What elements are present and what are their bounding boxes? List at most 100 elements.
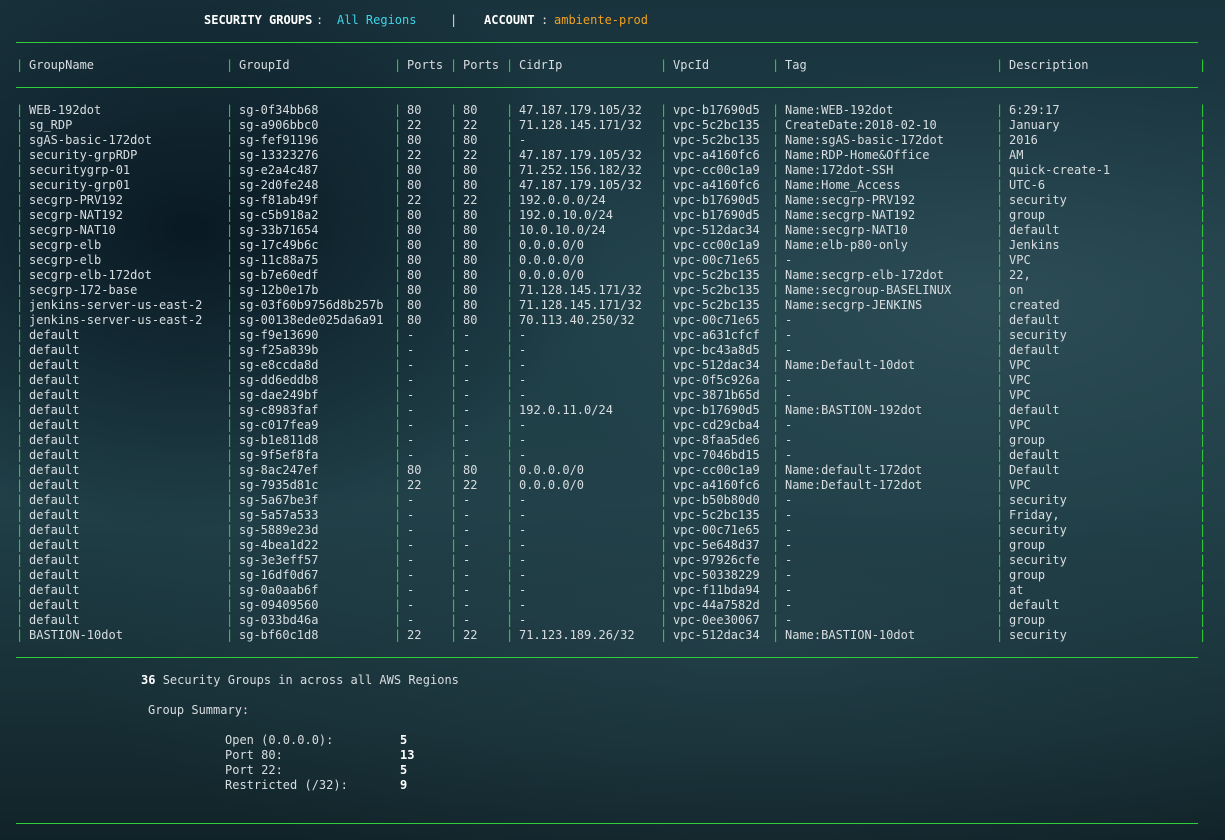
cell-cidrip: - bbox=[519, 583, 527, 597]
column-separator: | bbox=[660, 538, 668, 552]
column-separator: | bbox=[772, 238, 780, 252]
column-separator: | bbox=[996, 373, 1004, 387]
column-separator: | bbox=[506, 553, 514, 567]
column-separator: | bbox=[506, 268, 514, 282]
column-separator: | bbox=[506, 448, 514, 462]
cell-tag: - bbox=[785, 343, 793, 357]
cell-description: default bbox=[1009, 598, 1060, 612]
cell-port-from: 80 bbox=[407, 313, 422, 327]
column-separator: | bbox=[506, 328, 514, 342]
cell-description: security bbox=[1009, 493, 1067, 507]
column-separator: | bbox=[394, 118, 402, 132]
column-separator: | bbox=[226, 343, 234, 357]
column-separator: | bbox=[506, 223, 514, 237]
column-separator: | bbox=[1199, 433, 1207, 447]
column-separator: | bbox=[1199, 583, 1207, 597]
column-separator: | bbox=[394, 388, 402, 402]
cell-tag: Name:secgrp-PRV192 bbox=[785, 193, 916, 207]
column-separator: | bbox=[16, 448, 24, 462]
column-separator: | bbox=[1199, 133, 1207, 147]
column-separator: | bbox=[1199, 448, 1207, 462]
column-separator: | bbox=[394, 208, 402, 222]
cell-vpcid: vpc-a4160fc6 bbox=[673, 148, 760, 162]
column-separator: | bbox=[1199, 553, 1207, 567]
column-separator: | bbox=[660, 433, 668, 447]
cell-tag: - bbox=[785, 523, 793, 537]
column-separator: | bbox=[450, 358, 458, 372]
column-separator: | bbox=[394, 433, 402, 447]
column-separator: | bbox=[660, 103, 668, 117]
column-separator: | bbox=[1199, 358, 1207, 372]
cell-port-to: - bbox=[463, 403, 471, 417]
summary-open-value: 5 bbox=[400, 733, 408, 747]
column-separator: | bbox=[450, 103, 458, 117]
cell-cidrip: - bbox=[519, 613, 527, 627]
column-separator: | bbox=[996, 568, 1004, 582]
cell-port-from: 22 bbox=[407, 628, 422, 642]
table-row: | | | | | | | | | default sg-9f5ef8fa - - - vpc-7046bd… bbox=[0, 448, 1225, 463]
cell-groupid: sg-13323276 bbox=[239, 148, 319, 162]
column-separator: | bbox=[772, 328, 780, 342]
column-separator: | bbox=[660, 553, 668, 567]
column-separator: | bbox=[996, 283, 1004, 297]
cell-groupid: sg-dd6eddb8 bbox=[239, 373, 319, 387]
column-separator: | bbox=[394, 613, 402, 627]
column-separator: | bbox=[660, 568, 668, 582]
column-separator: | bbox=[450, 493, 458, 507]
cell-vpcid: vpc-512dac34 bbox=[673, 628, 760, 642]
cell-tag: - bbox=[785, 313, 793, 327]
table-row: | | | | | | | | | secgrp-elb sg-17c49b6c 80 80 0.0.0.… bbox=[0, 238, 1225, 253]
region-value: All Regions bbox=[337, 13, 417, 27]
cell-port-to: 80 bbox=[463, 208, 478, 222]
cell-groupid: sg-3e3eff57 bbox=[239, 553, 319, 567]
column-separator: | bbox=[450, 628, 458, 642]
column-separator: | bbox=[450, 598, 458, 612]
cell-groupname: BASTION-10dot bbox=[29, 628, 123, 642]
column-separator: | bbox=[226, 208, 234, 222]
cell-groupname: secgrp-elb bbox=[29, 238, 102, 252]
header-divider: | bbox=[450, 13, 458, 27]
column-separator: | bbox=[506, 463, 514, 477]
column-separator: | bbox=[506, 523, 514, 537]
cell-tag: - bbox=[785, 418, 793, 432]
cell-vpcid: vpc-cd29cba4 bbox=[673, 418, 760, 432]
column-separator: | bbox=[996, 238, 1004, 252]
column-separator: | bbox=[394, 373, 402, 387]
header-rule bbox=[16, 87, 1198, 88]
cell-groupname: secgrp-elb-172dot bbox=[29, 268, 152, 282]
column-separator: | bbox=[450, 403, 458, 417]
cell-groupname: sgAS-basic-172dot bbox=[29, 133, 152, 147]
table-row: | | | | | | | | | default sg-dd6eddb8 - - - vpc-0f5c92… bbox=[0, 373, 1225, 388]
cell-port-from: - bbox=[407, 598, 415, 612]
column-separator: | bbox=[450, 58, 458, 72]
summary-open-label: Open (0.0.0.0): bbox=[225, 733, 334, 747]
cell-groupid: sg-c8983faf bbox=[239, 403, 319, 417]
cell-port-from: - bbox=[407, 553, 415, 567]
cell-port-from: 80 bbox=[407, 133, 422, 147]
cell-cidrip: 0.0.0.0/0 bbox=[519, 253, 585, 267]
cell-groupname: default bbox=[29, 493, 80, 507]
column-separator: | bbox=[450, 223, 458, 237]
column-separator: | bbox=[772, 58, 780, 72]
cell-tag: - bbox=[785, 433, 793, 447]
column-separator: | bbox=[772, 268, 780, 282]
column-separator: | bbox=[394, 598, 402, 612]
column-separator: | bbox=[506, 238, 514, 252]
cell-description: January bbox=[1009, 118, 1060, 132]
column-separator: | bbox=[772, 283, 780, 297]
cell-tag: Name:secgrp-elb-172dot bbox=[785, 268, 944, 282]
cell-description: UTC-6 bbox=[1009, 178, 1046, 192]
column-separator: | bbox=[450, 343, 458, 357]
column-separator: | bbox=[226, 148, 234, 162]
account-label: ACCOUNT bbox=[484, 13, 535, 27]
column-separator: | bbox=[450, 448, 458, 462]
cell-port-from: - bbox=[407, 448, 415, 462]
cell-port-to: - bbox=[463, 358, 471, 372]
column-separator: | bbox=[1199, 598, 1207, 612]
cell-port-to: 22 bbox=[463, 628, 478, 642]
column-separator: | bbox=[16, 553, 24, 567]
cell-port-from: 80 bbox=[407, 178, 422, 192]
column-separator: | bbox=[226, 613, 234, 627]
column-separator: | bbox=[16, 133, 24, 147]
cell-tag: CreateDate:2018-02-10 bbox=[785, 118, 937, 132]
